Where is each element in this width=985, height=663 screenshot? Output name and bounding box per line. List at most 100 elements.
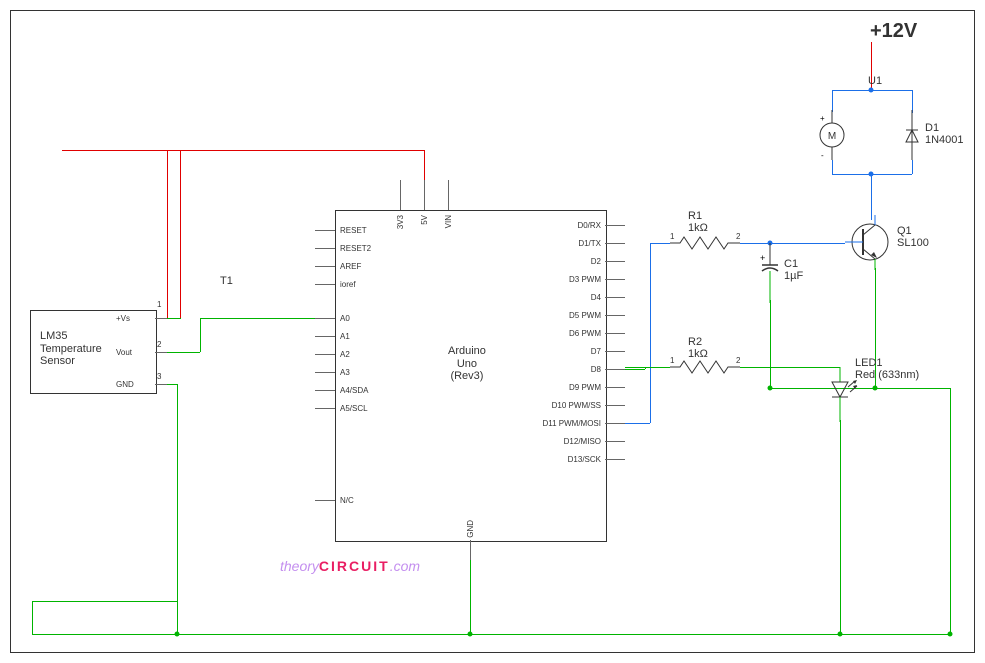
pin-label: RESET2 — [340, 244, 371, 253]
pin-label: D8 — [555, 365, 601, 374]
pin-label: A3 — [340, 368, 350, 377]
pin-stub — [155, 352, 167, 353]
wire — [832, 160, 833, 174]
pin-stub — [315, 248, 335, 249]
wire — [62, 150, 180, 151]
logo-part-c: .com — [390, 558, 420, 574]
label-r2-ref: R2 — [688, 336, 702, 349]
pin-stub — [605, 405, 625, 406]
svg-text:+: + — [820, 114, 825, 123]
pin-stub — [315, 390, 335, 391]
pin-stub — [605, 459, 625, 460]
pin-stub — [605, 369, 625, 370]
wire — [625, 369, 645, 370]
pin-label: AREF — [340, 262, 361, 271]
junction — [948, 632, 953, 637]
pin-label: GND — [466, 520, 475, 538]
pin-label: D9 PWM — [555, 383, 601, 392]
pin-stub — [155, 318, 167, 319]
pin-label: GND — [116, 380, 134, 389]
wire — [770, 388, 875, 389]
pin-label: RESET — [340, 226, 367, 235]
wire — [770, 300, 771, 388]
junction — [869, 88, 874, 93]
label-u1: U1 — [868, 75, 882, 88]
wire — [32, 601, 177, 602]
wire — [167, 150, 424, 151]
capacitor-icon: + — [760, 243, 780, 303]
wire — [840, 420, 841, 634]
pin-label: A1 — [340, 332, 350, 341]
label-d1-val: 1N4001 — [925, 134, 964, 147]
svg-text:-: - — [821, 151, 824, 160]
logo: theoryCIRCUIT.com — [280, 558, 420, 574]
wire — [200, 318, 201, 352]
wire — [645, 367, 670, 368]
svg-text:M: M — [828, 131, 836, 142]
pin-label: D11 PWM/MOSI — [535, 419, 601, 428]
pin-label: ioref — [340, 280, 356, 289]
junction — [175, 632, 180, 637]
pin-label: D7 — [555, 347, 601, 356]
label-t1: T1 — [220, 275, 233, 288]
wire — [950, 388, 951, 634]
pin-stub — [605, 441, 625, 442]
pin-vin: VIN — [444, 215, 453, 228]
pin-label: D12/MISO — [545, 437, 601, 446]
pin-label: D6 PWM — [555, 329, 601, 338]
label-12v: +12V — [870, 20, 917, 43]
pin-stub — [605, 315, 625, 316]
wire — [470, 560, 471, 634]
wire — [167, 318, 180, 319]
pin-stub — [315, 336, 335, 337]
arduino-name: Arduino Uno (Rev3) — [448, 345, 486, 383]
logo-part-b: CIRCUIT — [319, 558, 390, 574]
pin-stub — [315, 284, 335, 285]
diode-icon — [903, 110, 921, 160]
resistor-r2-icon — [670, 360, 740, 374]
resistor-r1-icon — [670, 236, 740, 250]
wire — [832, 90, 833, 112]
pin-stub — [605, 423, 625, 424]
wire — [650, 243, 651, 423]
pin-stub — [424, 180, 425, 210]
label-c1-ref: C1 — [784, 258, 798, 271]
sensor-name: LM35 Temperature Sensor — [40, 330, 102, 368]
pin-label: D0/RX — [555, 221, 601, 230]
wire — [167, 150, 168, 318]
ground-bus — [32, 634, 950, 635]
pin-stub — [605, 243, 625, 244]
junction — [468, 632, 473, 637]
pin-stub — [605, 387, 625, 388]
wire — [740, 243, 845, 244]
pin-stub — [605, 351, 625, 352]
pin-label: +Vs — [116, 314, 130, 323]
pin-stub — [315, 372, 335, 373]
wire — [177, 384, 178, 634]
wire — [32, 601, 33, 634]
pin-label: A2 — [340, 350, 350, 359]
label-q1-ref: Q1 — [897, 225, 912, 238]
wire-to-collector — [871, 174, 872, 220]
pin-stub — [315, 266, 335, 267]
label-r1-ref: R1 — [688, 210, 702, 223]
pin-stub — [155, 384, 167, 385]
pin-stub — [315, 408, 335, 409]
pin-label: N/C — [340, 496, 354, 505]
pin-label: A5/SCL — [340, 404, 368, 413]
led-icon — [828, 367, 858, 422]
pin-stub — [470, 540, 471, 560]
wire — [912, 160, 913, 174]
wire — [625, 423, 650, 424]
schematic-canvas: +12V U1 M + - D1 1N4001 Q1 SL100 — [0, 0, 985, 663]
pin-label: Vout — [116, 348, 132, 357]
pin-stub — [315, 230, 335, 231]
motor-icon: M + - — [818, 110, 846, 160]
label-d1-ref: D1 — [925, 122, 939, 135]
label-q1-val: SL100 — [897, 237, 929, 250]
pin-stub — [605, 279, 625, 280]
pin-stub — [315, 354, 335, 355]
pin-stub — [605, 333, 625, 334]
pin-label: D4 — [555, 293, 601, 302]
label-led1-ref: LED1 — [855, 357, 883, 370]
